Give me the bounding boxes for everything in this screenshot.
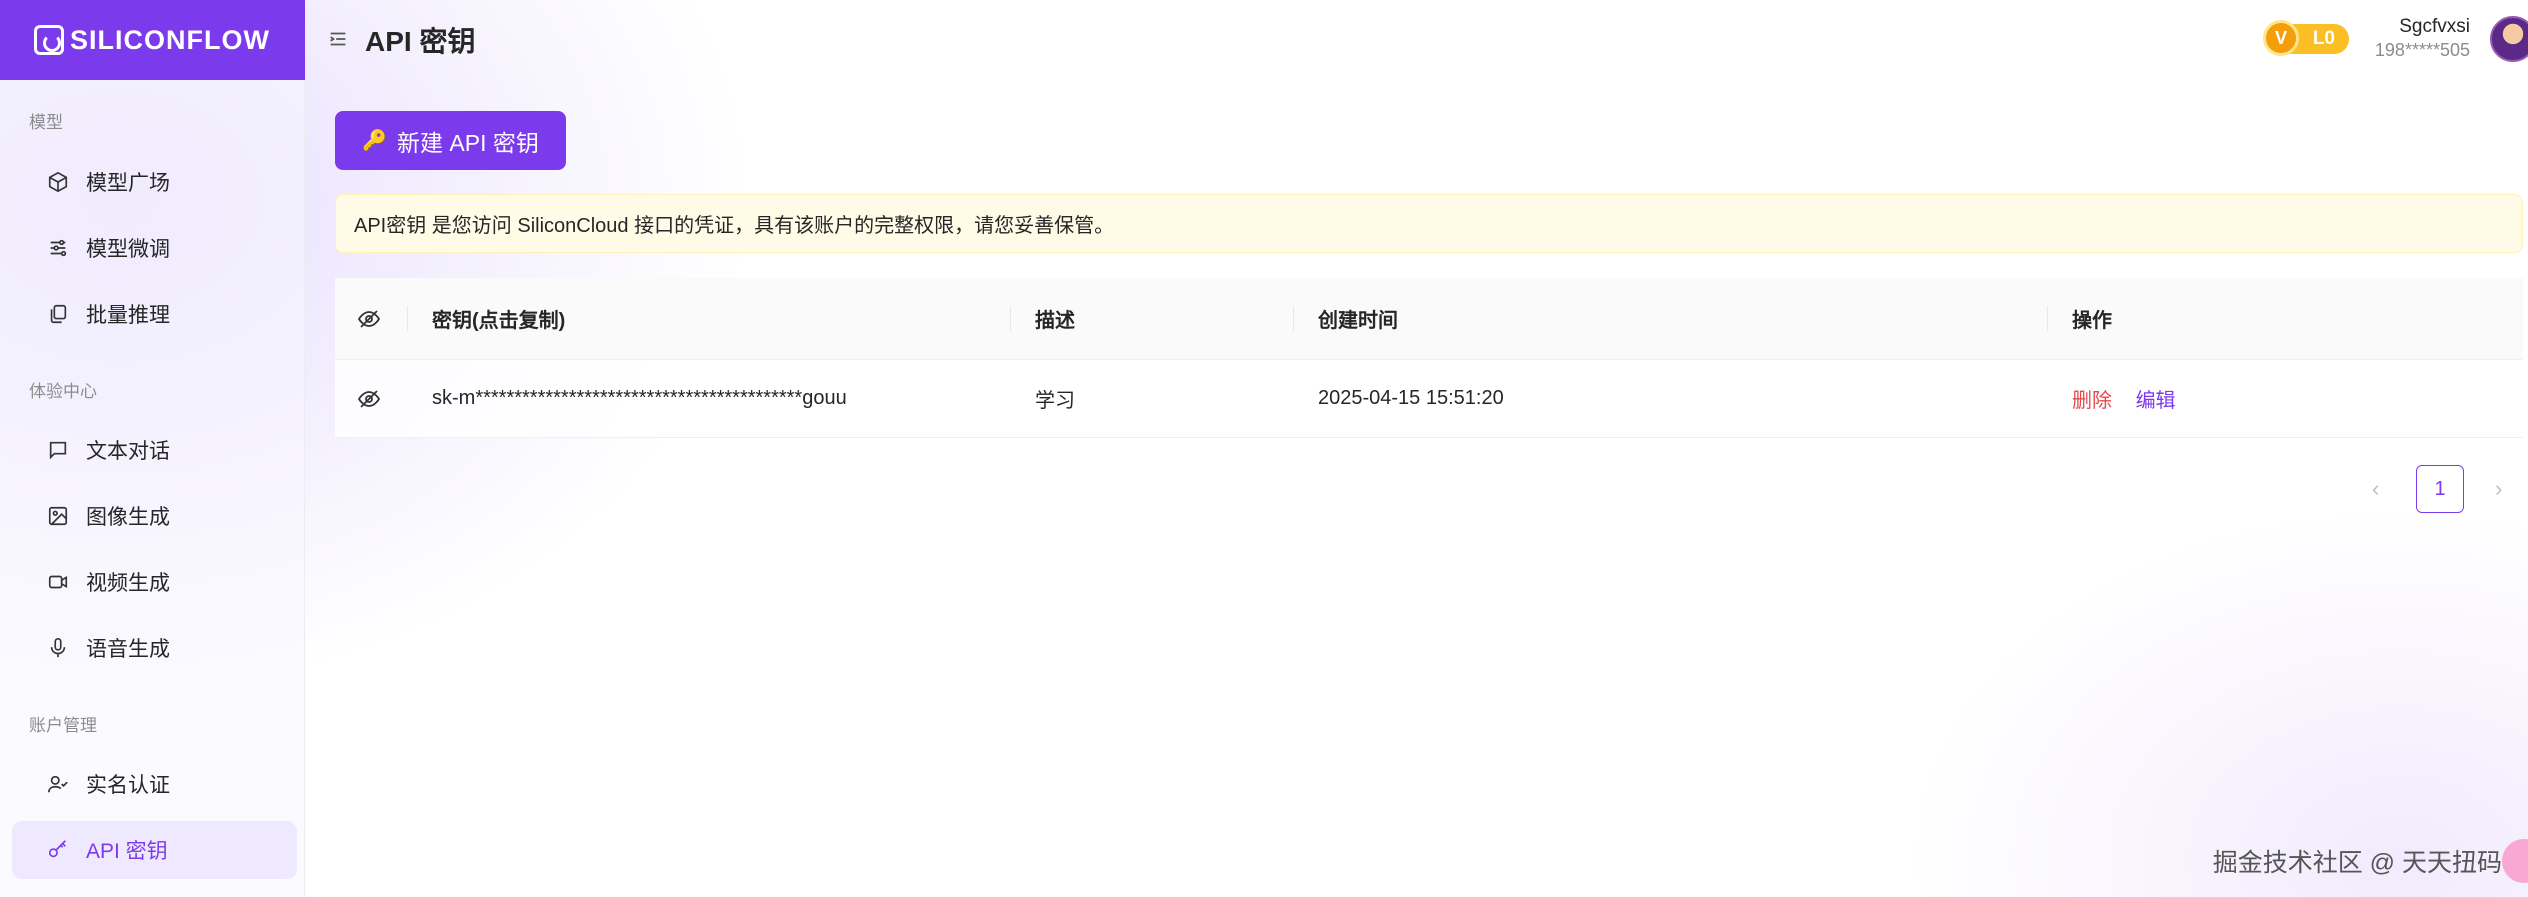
- sidebar: SILICONFLOW 模型 模型广场 模型微调 批量推理 体验中心 文本对话 …: [0, 0, 305, 897]
- pagination-next-icon[interactable]: ›: [2495, 476, 2502, 502]
- delete-link[interactable]: 删除: [2072, 390, 2112, 412]
- table-row: sk-m************************************…: [335, 360, 2523, 438]
- pagination-page-1[interactable]: 1: [2416, 465, 2464, 513]
- new-api-key-button[interactable]: 🔑 新建 API 密钥: [335, 111, 566, 170]
- sidebar-item-text-chat[interactable]: 文本对话: [12, 421, 297, 479]
- eye-off-icon[interactable]: [357, 387, 381, 411]
- column-divider: [407, 306, 408, 332]
- sidebar-item-label: 语音生成: [86, 638, 170, 661]
- video-icon: [46, 570, 70, 594]
- api-keys-table: 密钥(点击复制) 描述 创建时间 操作 sk-m****************…: [335, 278, 2523, 438]
- sidebar-item-fine-tuning[interactable]: 模型微调: [12, 219, 297, 277]
- avatar[interactable]: [2490, 16, 2528, 62]
- menu-collapse-icon[interactable]: [327, 28, 349, 50]
- column-divider: [2047, 306, 2048, 332]
- image-icon: [46, 504, 70, 528]
- top-header: API 密钥 V L0 Sgcfvxsi 198*****505: [305, 0, 2528, 80]
- section-label-playground: 体验中心: [29, 382, 97, 401]
- sidebar-item-label: 批量推理: [86, 304, 170, 327]
- column-header-created: 创建时间: [1318, 310, 1398, 332]
- column-header-description: 描述: [1035, 310, 1075, 332]
- sliders-icon: [46, 236, 70, 260]
- api-key-value[interactable]: sk-m************************************…: [432, 387, 847, 410]
- edit-link[interactable]: 编辑: [2136, 390, 2176, 412]
- key-icon: 🔑: [362, 130, 388, 152]
- sidebar-item-image-gen[interactable]: 图像生成: [12, 487, 297, 545]
- notice-text: API密钥 是您访问 SiliconCloud 接口的凭证，具有该账户的完整权限…: [354, 215, 1115, 237]
- copy-icon: [46, 302, 70, 326]
- sidebar-item-video-gen[interactable]: 视频生成: [12, 553, 297, 611]
- row-actions: 删除 编辑: [2072, 384, 2176, 413]
- mic-icon: [46, 636, 70, 660]
- pagination-prev-icon[interactable]: ‹: [2372, 476, 2379, 502]
- level-label: L0: [2312, 28, 2335, 49]
- sidebar-item-label: 实名认证: [86, 774, 170, 797]
- page-title: API 密钥: [365, 26, 476, 57]
- sidebar-item-label: 文本对话: [86, 440, 170, 463]
- sidebar-item-label: 模型广场: [86, 172, 170, 195]
- sidebar-item-label: 视频生成: [86, 572, 170, 595]
- watermark: 掘金技术社区 @ 天天扭码: [2212, 849, 2502, 877]
- notice-banner: API密钥 是您访问 SiliconCloud 接口的凭证，具有该账户的完整权限…: [335, 194, 2523, 253]
- eye-off-icon[interactable]: [357, 307, 381, 331]
- user-check-icon: [46, 772, 70, 796]
- brand-name: SILICONFLOW: [70, 24, 270, 55]
- sidebar-item-label: API 密钥: [86, 840, 168, 863]
- siliconflow-logo-icon: [34, 25, 64, 55]
- column-header-key: 密钥(点击复制): [432, 310, 566, 332]
- sidebar-item-model-plaza[interactable]: 模型广场: [12, 153, 297, 211]
- new-api-key-label: 新建 API 密钥: [397, 129, 539, 156]
- user-name: Sgcfvxsi: [2399, 16, 2470, 37]
- section-label-account: 账户管理: [29, 716, 97, 735]
- floating-help-button[interactable]: [2502, 839, 2528, 883]
- user-phone: 198*****505: [2374, 40, 2470, 60]
- sidebar-item-label: 模型微调: [86, 238, 170, 261]
- sidebar-item-batch-inference[interactable]: 批量推理: [12, 285, 297, 343]
- key-created-time: 2025-04-15 15:51:20: [1318, 387, 1504, 409]
- sidebar-item-api-keys[interactable]: API 密钥: [12, 821, 297, 879]
- app-root: SILICONFLOW 模型 模型广场 模型微调 批量推理 体验中心 文本对话 …: [0, 0, 2528, 897]
- sidebar-item-audio-gen[interactable]: 语音生成: [12, 619, 297, 677]
- table-header: 密钥(点击复制) 描述 创建时间 操作: [335, 278, 2523, 360]
- key-description: 学习: [1035, 390, 1075, 412]
- key-icon: [46, 838, 70, 862]
- chat-icon: [46, 438, 70, 462]
- section-label-models: 模型: [29, 113, 63, 132]
- brand-logo[interactable]: SILICONFLOW: [0, 0, 305, 80]
- column-divider: [1010, 306, 1011, 332]
- sidebar-item-verification[interactable]: 实名认证: [12, 755, 297, 813]
- level-badge[interactable]: V L0: [2263, 20, 2349, 56]
- vip-icon: V: [2263, 20, 2299, 56]
- cube-icon: [46, 170, 70, 194]
- sidebar-item-label: 图像生成: [86, 506, 170, 529]
- column-header-actions: 操作: [2072, 310, 2112, 332]
- column-divider: [1293, 306, 1294, 332]
